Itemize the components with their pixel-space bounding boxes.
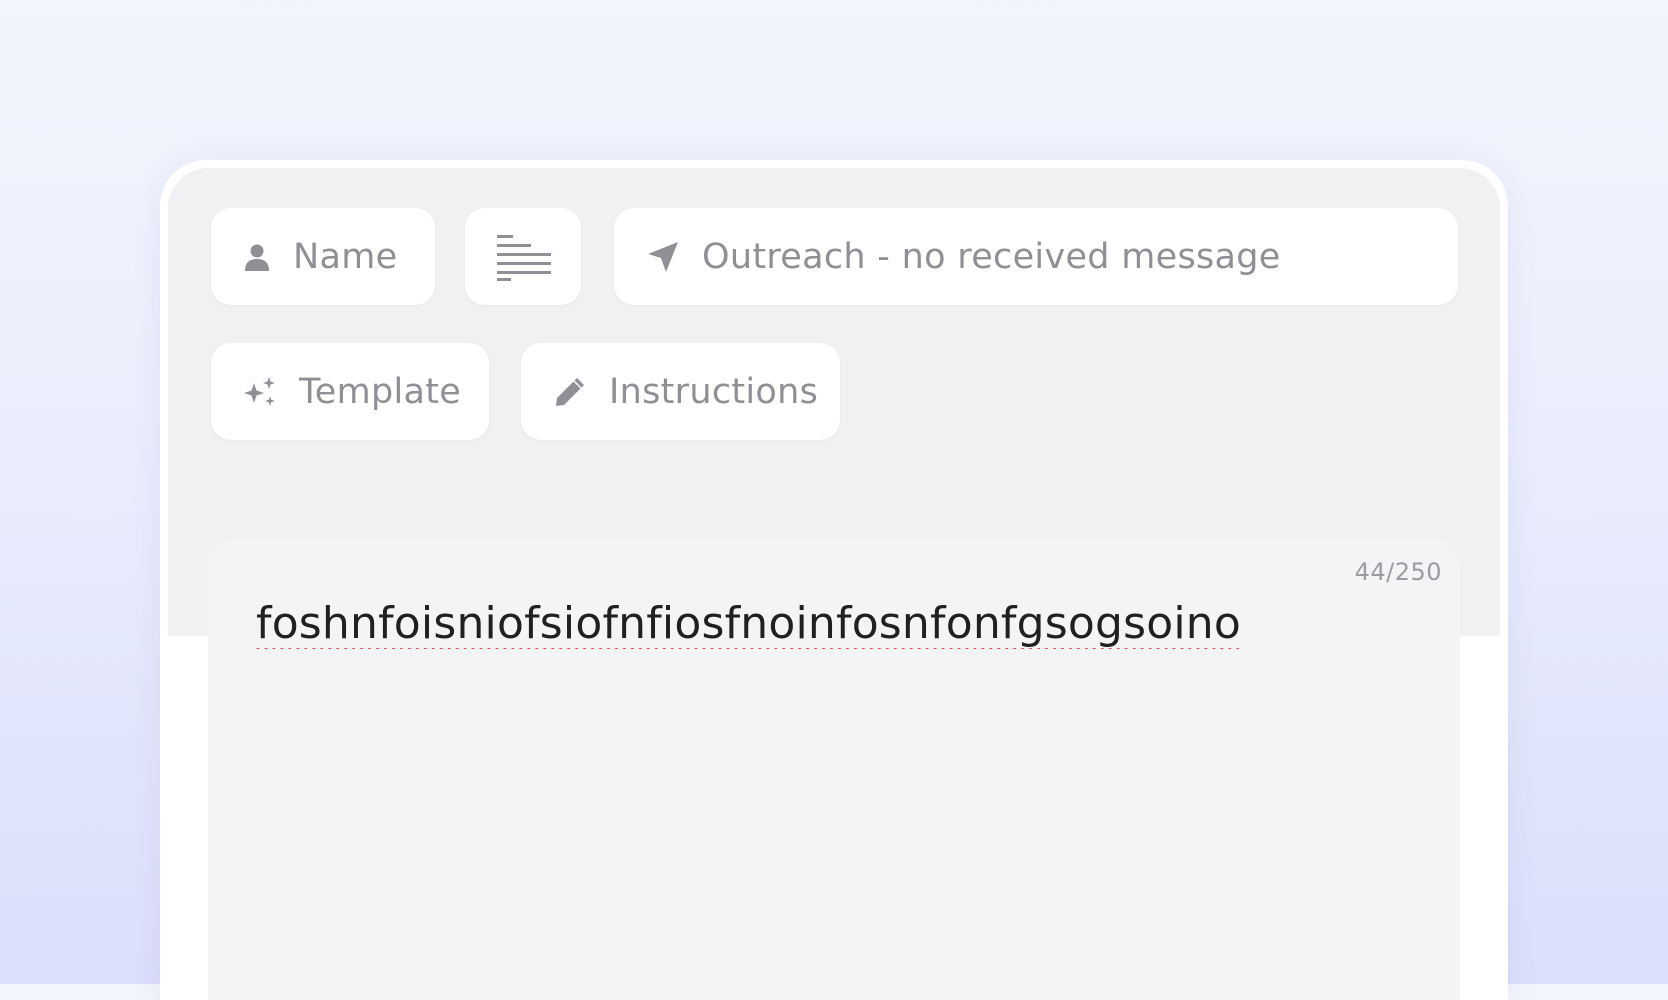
- format-button[interactable]: [465, 208, 581, 305]
- name-button-label: Name: [293, 236, 398, 277]
- template-button-label: Template: [299, 371, 462, 412]
- template-button[interactable]: Template: [211, 343, 489, 440]
- character-counter: 44/250: [1354, 558, 1442, 586]
- outreach-type-select[interactable]: Outreach - no received message: [614, 208, 1458, 305]
- text-align-icon: [495, 233, 551, 281]
- send-arrow-icon: [646, 240, 680, 274]
- instructions-button[interactable]: Instructions: [521, 343, 840, 440]
- pencil-icon: [553, 375, 587, 409]
- message-editor[interactable]: 44/250 foshnfoisniofsiofnfiosfnoinfosnfo…: [208, 538, 1460, 1000]
- message-composer-card: Name Outreach - no received message Temp…: [160, 160, 1508, 1000]
- person-icon: [243, 242, 271, 272]
- message-text[interactable]: foshnfoisniofsiofnfiosfnoinfosnfonfgsogs…: [256, 598, 1420, 649]
- name-button[interactable]: Name: [211, 208, 435, 305]
- sparkles-icon: [243, 375, 277, 409]
- instructions-button-label: Instructions: [609, 371, 819, 412]
- outreach-type-label: Outreach - no received message: [702, 236, 1281, 277]
